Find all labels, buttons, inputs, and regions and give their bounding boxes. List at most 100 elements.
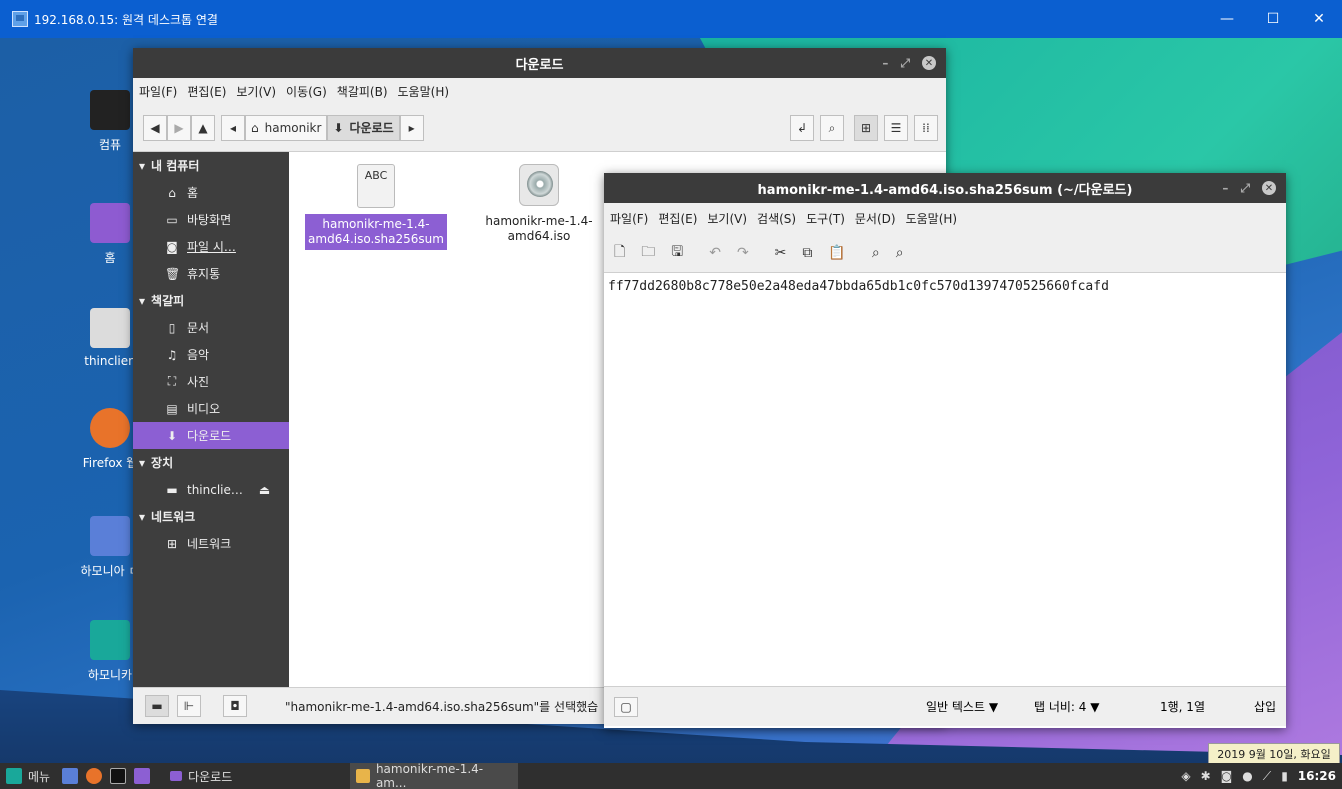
up-button[interactable]: ▲ xyxy=(191,114,215,141)
menu-help[interactable]: 도움말(H) xyxy=(398,83,450,100)
search-icon[interactable]: ⌕ xyxy=(872,245,880,261)
eject-icon[interactable]: ⏏ xyxy=(259,483,270,497)
sidebar-section-computer[interactable]: ▾ 내 컴퓨터 xyxy=(133,152,289,179)
battery-icon[interactable]: ▮ xyxy=(1281,769,1288,783)
menu-tools[interactable]: 도구(T) xyxy=(806,210,845,227)
compact-view-button[interactable]: ⁞⁞ xyxy=(914,115,938,141)
firefox-icon[interactable] xyxy=(86,768,103,784)
show-desktop-icon[interactable] xyxy=(62,768,79,784)
menu-file[interactable]: 파일(F) xyxy=(139,83,177,100)
sidebar-item-home[interactable]: ⌂ 홈 xyxy=(133,179,289,206)
sidebar-item-trash[interactable]: 🗑 휴지통 xyxy=(133,260,289,287)
editor-text-area[interactable]: ff77dd2680b8c778e50e2a48eda47bbda65db1c0… xyxy=(604,273,1286,687)
menu-search[interactable]: 검색(S) xyxy=(757,210,796,227)
tree-toggle-button[interactable]: ⊩ xyxy=(177,695,201,717)
syntax-dropdown[interactable]: 일반 텍스트 ▼ xyxy=(926,698,998,715)
clipboard-icon[interactable]: ◙ xyxy=(1221,769,1233,783)
editor-toolbar: 🗋 🗀 🖫 ↶ ↷ ✂ ⧉ 📋 ⌕ ⌕ xyxy=(604,233,1286,273)
tab-width-dropdown[interactable]: 탭 너비: 4 ▼ xyxy=(1034,698,1099,715)
rdp-close-button[interactable]: ✕ xyxy=(1296,0,1342,38)
icon-view-button[interactable]: ⊞ xyxy=(854,115,878,141)
side-panel-button[interactable]: ▢ xyxy=(614,696,638,717)
replace-icon[interactable]: ⌕ xyxy=(896,245,904,261)
close-icon[interactable]: ✕ xyxy=(1262,181,1276,195)
editor-titlebar: hamonikr-me-1.4-amd64.iso.sha256sum (~/다… xyxy=(604,173,1286,203)
download-icon: ⬇ xyxy=(333,120,344,135)
sidebar-item-downloads[interactable]: ⬇ 다운로드 xyxy=(133,422,289,449)
clock[interactable]: 16:26 xyxy=(1298,769,1336,783)
back-button[interactable]: ◀ xyxy=(143,114,167,141)
sidebar-section-devices[interactable]: ▾ 장치 xyxy=(133,449,289,476)
menu-documents[interactable]: 문서(D) xyxy=(855,210,896,227)
menu-bookmarks[interactable]: 책갈피(B) xyxy=(337,83,388,100)
menu-edit[interactable]: 편집(E) xyxy=(187,83,226,100)
rdp-minimize-button[interactable]: — xyxy=(1204,0,1250,38)
bluetooth-icon[interactable]: ✱ xyxy=(1201,769,1211,783)
new-file-icon[interactable]: 🗋 xyxy=(614,241,625,265)
sidebar-icon: ◘ xyxy=(230,699,240,713)
open-file-icon[interactable]: 🗀 xyxy=(641,241,655,265)
menu-help[interactable]: 도움말(H) xyxy=(906,210,958,227)
sidebar-item-videos[interactable]: ▤ 비디오 xyxy=(133,395,289,422)
menu-edit[interactable]: 편집(E) xyxy=(658,210,697,227)
minimize-icon[interactable]: – xyxy=(1222,181,1228,195)
hamonikr-icon xyxy=(90,620,130,660)
places-toggle-button[interactable]: ▬ xyxy=(145,695,169,717)
path-right-button[interactable]: ▸ xyxy=(399,114,424,141)
search-button[interactable]: ⌕ xyxy=(820,115,844,141)
taskbar-window-editor[interactable]: hamonikr-me-1.4-am... xyxy=(350,762,519,789)
sidebar-item-network[interactable]: ⊞ 네트워크 xyxy=(133,530,289,557)
maximize-icon[interactable]: ⤢ xyxy=(1240,181,1250,196)
menu-button[interactable]: 메뉴 xyxy=(0,763,56,789)
triangle-down-icon: ▾ xyxy=(139,158,146,173)
arrow-right-icon: ▶ xyxy=(174,120,184,135)
file-item-sha256sum[interactable]: ABC hamonikr-me-1.4- amd64.iso.sha256sum xyxy=(305,164,447,250)
search-icon: ⌕ xyxy=(828,120,836,135)
redo-icon[interactable]: ↷ xyxy=(737,245,749,261)
sidebar-item-filesystem[interactable]: ◙ 파일 시… xyxy=(133,233,289,260)
path-home-button[interactable]: ⌂ hamonikr xyxy=(245,114,328,141)
cut-icon[interactable]: ✂ xyxy=(775,245,787,261)
menu-view[interactable]: 보기(V) xyxy=(236,83,276,100)
sidebar-item-desktop[interactable]: ▭ 바탕화면 xyxy=(133,206,289,233)
cursor-position: 1행, 1열 xyxy=(1160,700,1205,714)
menu-file[interactable]: 파일(F) xyxy=(610,210,648,227)
sidebar-item-pictures[interactable]: ⛶ 사진 xyxy=(133,368,289,395)
path-current-button[interactable]: ⬇ 다운로드 xyxy=(327,114,400,141)
save-file-icon[interactable]: 🖫 xyxy=(671,241,683,265)
list-view-button[interactable]: ☰ xyxy=(884,115,908,141)
toggle-location-button[interactable]: ↲ xyxy=(790,115,814,141)
sidebar-item-music[interactable]: ♫ 음악 xyxy=(133,341,289,368)
user-icon[interactable]: ● xyxy=(1242,769,1252,783)
insert-mode: 삽입 xyxy=(1254,700,1277,714)
rdp-maximize-button[interactable]: ☐ xyxy=(1250,0,1296,38)
close-icon[interactable]: ✕ xyxy=(922,56,936,70)
files-icon[interactable] xyxy=(134,768,151,784)
copy-icon[interactable]: ⧉ xyxy=(802,245,812,261)
maximize-icon[interactable]: ⤢ xyxy=(900,56,910,71)
menu-view[interactable]: 보기(V) xyxy=(707,210,747,227)
text-editor-window: hamonikr-me-1.4-amd64.iso.sha256sum (~/다… xyxy=(604,173,1286,728)
compact-icon: ⁞⁞ xyxy=(922,121,930,135)
menu-go[interactable]: 이동(G) xyxy=(286,83,327,100)
minimize-icon[interactable]: – xyxy=(882,56,888,70)
paste-icon[interactable]: 📋 xyxy=(828,245,845,261)
taskbar-window-downloads[interactable]: 다운로드 xyxy=(164,763,324,789)
sidebar-item-device[interactable]: ▬ thinclie… ⏏ xyxy=(133,476,289,503)
fm-menubar: 파일(F) 편집(E) 보기(V) 이동(G) 책갈피(B) 도움말(H) xyxy=(133,78,946,104)
triangle-down-icon: ▾ xyxy=(139,509,146,524)
path-left-button[interactable]: ◂ xyxy=(221,114,245,141)
sidebar-section-bookmarks[interactable]: ▾ 책갈피 xyxy=(133,287,289,314)
terminal-icon[interactable] xyxy=(110,768,127,784)
arrow-up-icon: ▲ xyxy=(198,120,208,135)
forward-button[interactable]: ▶ xyxy=(167,114,191,141)
triangle-down-icon: ▾ xyxy=(139,455,146,470)
network-icon[interactable]: ⟋ xyxy=(1263,769,1271,784)
file-item-iso[interactable]: hamonikr-me-1.4- amd64.iso xyxy=(479,164,599,244)
sidebar-toggle-button[interactable]: ◘ xyxy=(223,695,247,717)
side-panel-icon: ▢ xyxy=(620,699,632,714)
shield-icon[interactable]: ◈ xyxy=(1181,769,1190,783)
sidebar-item-documents[interactable]: ▯ 문서 xyxy=(133,314,289,341)
sidebar-section-network[interactable]: ▾ 네트워크 xyxy=(133,503,289,530)
undo-icon[interactable]: ↶ xyxy=(709,245,721,261)
